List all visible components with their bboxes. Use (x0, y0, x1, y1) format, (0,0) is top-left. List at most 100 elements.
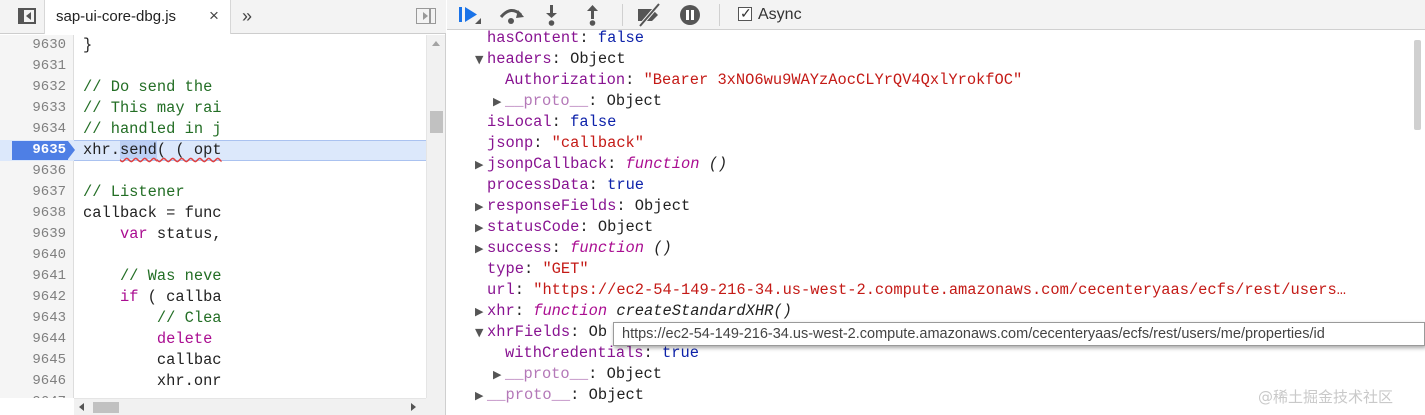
line-number[interactable]: 9647 (0, 392, 66, 398)
scroll-left-arrow-icon[interactable] (79, 403, 84, 411)
code-text: // This may rai (83, 98, 222, 119)
line-number[interactable]: 9639 (0, 224, 66, 245)
code-line[interactable]: 9644 delete (0, 329, 426, 350)
property-value: "callback" (551, 134, 645, 152)
step-out-button[interactable] (578, 2, 608, 28)
code-line[interactable]: 9633 // This may rai (0, 98, 426, 119)
scroll-up-arrow-icon[interactable] (432, 41, 440, 46)
code-line[interactable]: 9642 if ( callba (0, 287, 426, 308)
collapsed-triangle-icon[interactable]: ▶ (475, 196, 487, 217)
code-line[interactable]: 9643 // Clea (0, 308, 426, 329)
line-number[interactable]: 9637 (0, 182, 66, 203)
collapsed-triangle-icon[interactable]: ▶ (475, 217, 487, 238)
toggle-debugger-icon[interactable] (414, 5, 438, 27)
line-number[interactable]: 9636 (0, 161, 66, 182)
collapsed-triangle-icon[interactable]: ▶ (493, 91, 505, 112)
resume-button[interactable] (455, 2, 485, 28)
line-number[interactable]: 9631 (0, 56, 66, 77)
scroll-right-arrow-icon[interactable] (411, 403, 416, 411)
code-text: xhr.onr (83, 371, 222, 392)
line-number[interactable]: 9643 (0, 308, 66, 329)
scope-property-row[interactable]: ▶ __proto__: Object (475, 385, 644, 406)
step-into-button[interactable] (537, 2, 567, 28)
scope-property-row[interactable]: ▶ xhr: function createStandardXHR() (475, 301, 792, 322)
pause-on-exceptions-button[interactable] (676, 2, 706, 28)
line-number[interactable]: 9644 (0, 329, 66, 350)
line-number[interactable]: 9638 (0, 203, 66, 224)
deactivate-breakpoints-button[interactable] (634, 2, 664, 28)
code-line[interactable]: 9639 var status, (0, 224, 426, 245)
code-line[interactable]: 9638 callback = func (0, 203, 426, 224)
line-number[interactable]: 9634 (0, 119, 66, 140)
property-separator: : (607, 155, 626, 173)
scope-property-row[interactable]: ▶ success: function () (475, 238, 672, 259)
code-text: // Listener (83, 182, 185, 203)
toggle-navigator-icon[interactable] (16, 5, 40, 27)
line-number[interactable]: 9632 (0, 77, 66, 98)
line-number[interactable]: 9630 (0, 35, 66, 56)
expanded-triangle-icon[interactable]: ▼ (475, 49, 487, 70)
line-number[interactable]: 9645 (0, 350, 66, 371)
code-line[interactable]: 9631 (0, 56, 426, 77)
scope-property-row[interactable]: jsonp: "callback" (475, 133, 644, 154)
code-line[interactable]: 9637 // Listener (0, 182, 426, 203)
breakpoint-marker[interactable]: 9635 (12, 141, 76, 160)
line-number[interactable]: 9642 (0, 287, 66, 308)
code-line[interactable]: 9641 // Was neve (0, 266, 426, 287)
vertical-scroll-thumb[interactable] (430, 111, 443, 133)
code-text: callbac (83, 350, 222, 371)
editor-vertical-scrollbar[interactable] (426, 35, 445, 398)
property-separator: : (514, 281, 534, 299)
scope-scrollbar[interactable] (1410, 30, 1425, 130)
collapsed-triangle-icon[interactable]: ▶ (475, 301, 487, 322)
async-checkbox[interactable]: ✓ (738, 5, 752, 21)
property-value: Ob (588, 323, 608, 341)
code-line[interactable]: 9630} (0, 35, 426, 56)
scope-property-row[interactable]: ▼ headers: Object (475, 49, 626, 70)
line-number[interactable]: 9641 (0, 266, 66, 287)
property-separator: : (616, 197, 635, 215)
scope-property-row[interactable]: url: "https://ec2-54-149-216-34.us-west-… (475, 280, 1346, 301)
scope-property-row[interactable]: ▶ __proto__: Object (493, 364, 662, 385)
code-line[interactable]: 9632 // Do send the (0, 77, 426, 98)
function-signature: () (699, 155, 728, 173)
close-tab-icon[interactable]: × (209, 6, 219, 26)
scope-property-row[interactable]: Authorization: "Bearer 3xNO6wu9WAYzAocCL… (493, 70, 1022, 91)
file-tab[interactable]: sap-ui-core-dbg.js × (44, 0, 231, 34)
code-editor[interactable]: 9630} 9631 9632// Do send the 9633 // This m… (0, 35, 426, 398)
editor-horizontal-scrollbar[interactable] (74, 398, 426, 415)
scope-property-row[interactable]: isLocal: false (475, 112, 616, 133)
scope-property-row[interactable]: ▶ __proto__: Object (493, 91, 662, 112)
code-line[interactable]: 9645 callbac (0, 350, 426, 371)
collapsed-triangle-icon[interactable]: ▶ (475, 154, 487, 175)
scope-property-row[interactable]: ▶ statusCode: Object (475, 217, 653, 238)
code-line[interactable]: 9634 // handled in j (0, 119, 426, 140)
scope-property-row[interactable]: hasContent: false (475, 30, 644, 49)
code-line[interactable]: 9636 (0, 161, 426, 182)
watermark: @稀土掘金技术社区 (1258, 388, 1394, 406)
collapsed-triangle-icon[interactable]: ▶ (493, 364, 505, 385)
scope-property-row[interactable]: type: "GET" (475, 259, 589, 280)
line-number[interactable]: 9646 (0, 371, 66, 392)
horizontal-scroll-thumb[interactable] (93, 402, 119, 413)
code-line[interactable]: 9640 (0, 245, 426, 266)
line-number[interactable]: 9633 (0, 98, 66, 119)
code-line-current[interactable]: 9635 xhr.send( ( opt (0, 140, 426, 161)
collapsed-triangle-icon[interactable]: ▶ (475, 385, 487, 406)
collapsed-triangle-icon[interactable]: ▶ (475, 238, 487, 259)
more-tabs-icon[interactable]: » (242, 6, 252, 26)
code-text: xhr.send( ( opt (83, 140, 222, 161)
expanded-triangle-icon[interactable]: ▼ (475, 322, 487, 343)
scope-property-row[interactable]: ▼ xhrFields: Ob (475, 322, 607, 343)
scope-scroll-thumb[interactable] (1414, 40, 1421, 130)
scope-property-row[interactable]: ▶ jsonpCallback: function () (475, 154, 727, 175)
scope-property-row[interactable]: ▶ responseFields: Object (475, 196, 690, 217)
scope-property-row[interactable]: withCredentials: true (493, 343, 699, 364)
debugger-sidebar: ✓ Async hasContent: false ▼ headers: Objec… (447, 0, 1425, 415)
property-value: "Bearer 3xNO6wu9WAYzAocCLYrQV4QxlYrokfOC… (643, 71, 1023, 89)
line-number[interactable]: 9640 (0, 245, 66, 266)
scope-variables-tree[interactable]: hasContent: false ▼ headers: Object Authori… (447, 30, 1425, 415)
code-line[interactable]: 9646 xhr.onr (0, 371, 426, 392)
step-over-button[interactable] (496, 2, 526, 28)
scope-property-row[interactable]: processData: true (475, 175, 644, 196)
